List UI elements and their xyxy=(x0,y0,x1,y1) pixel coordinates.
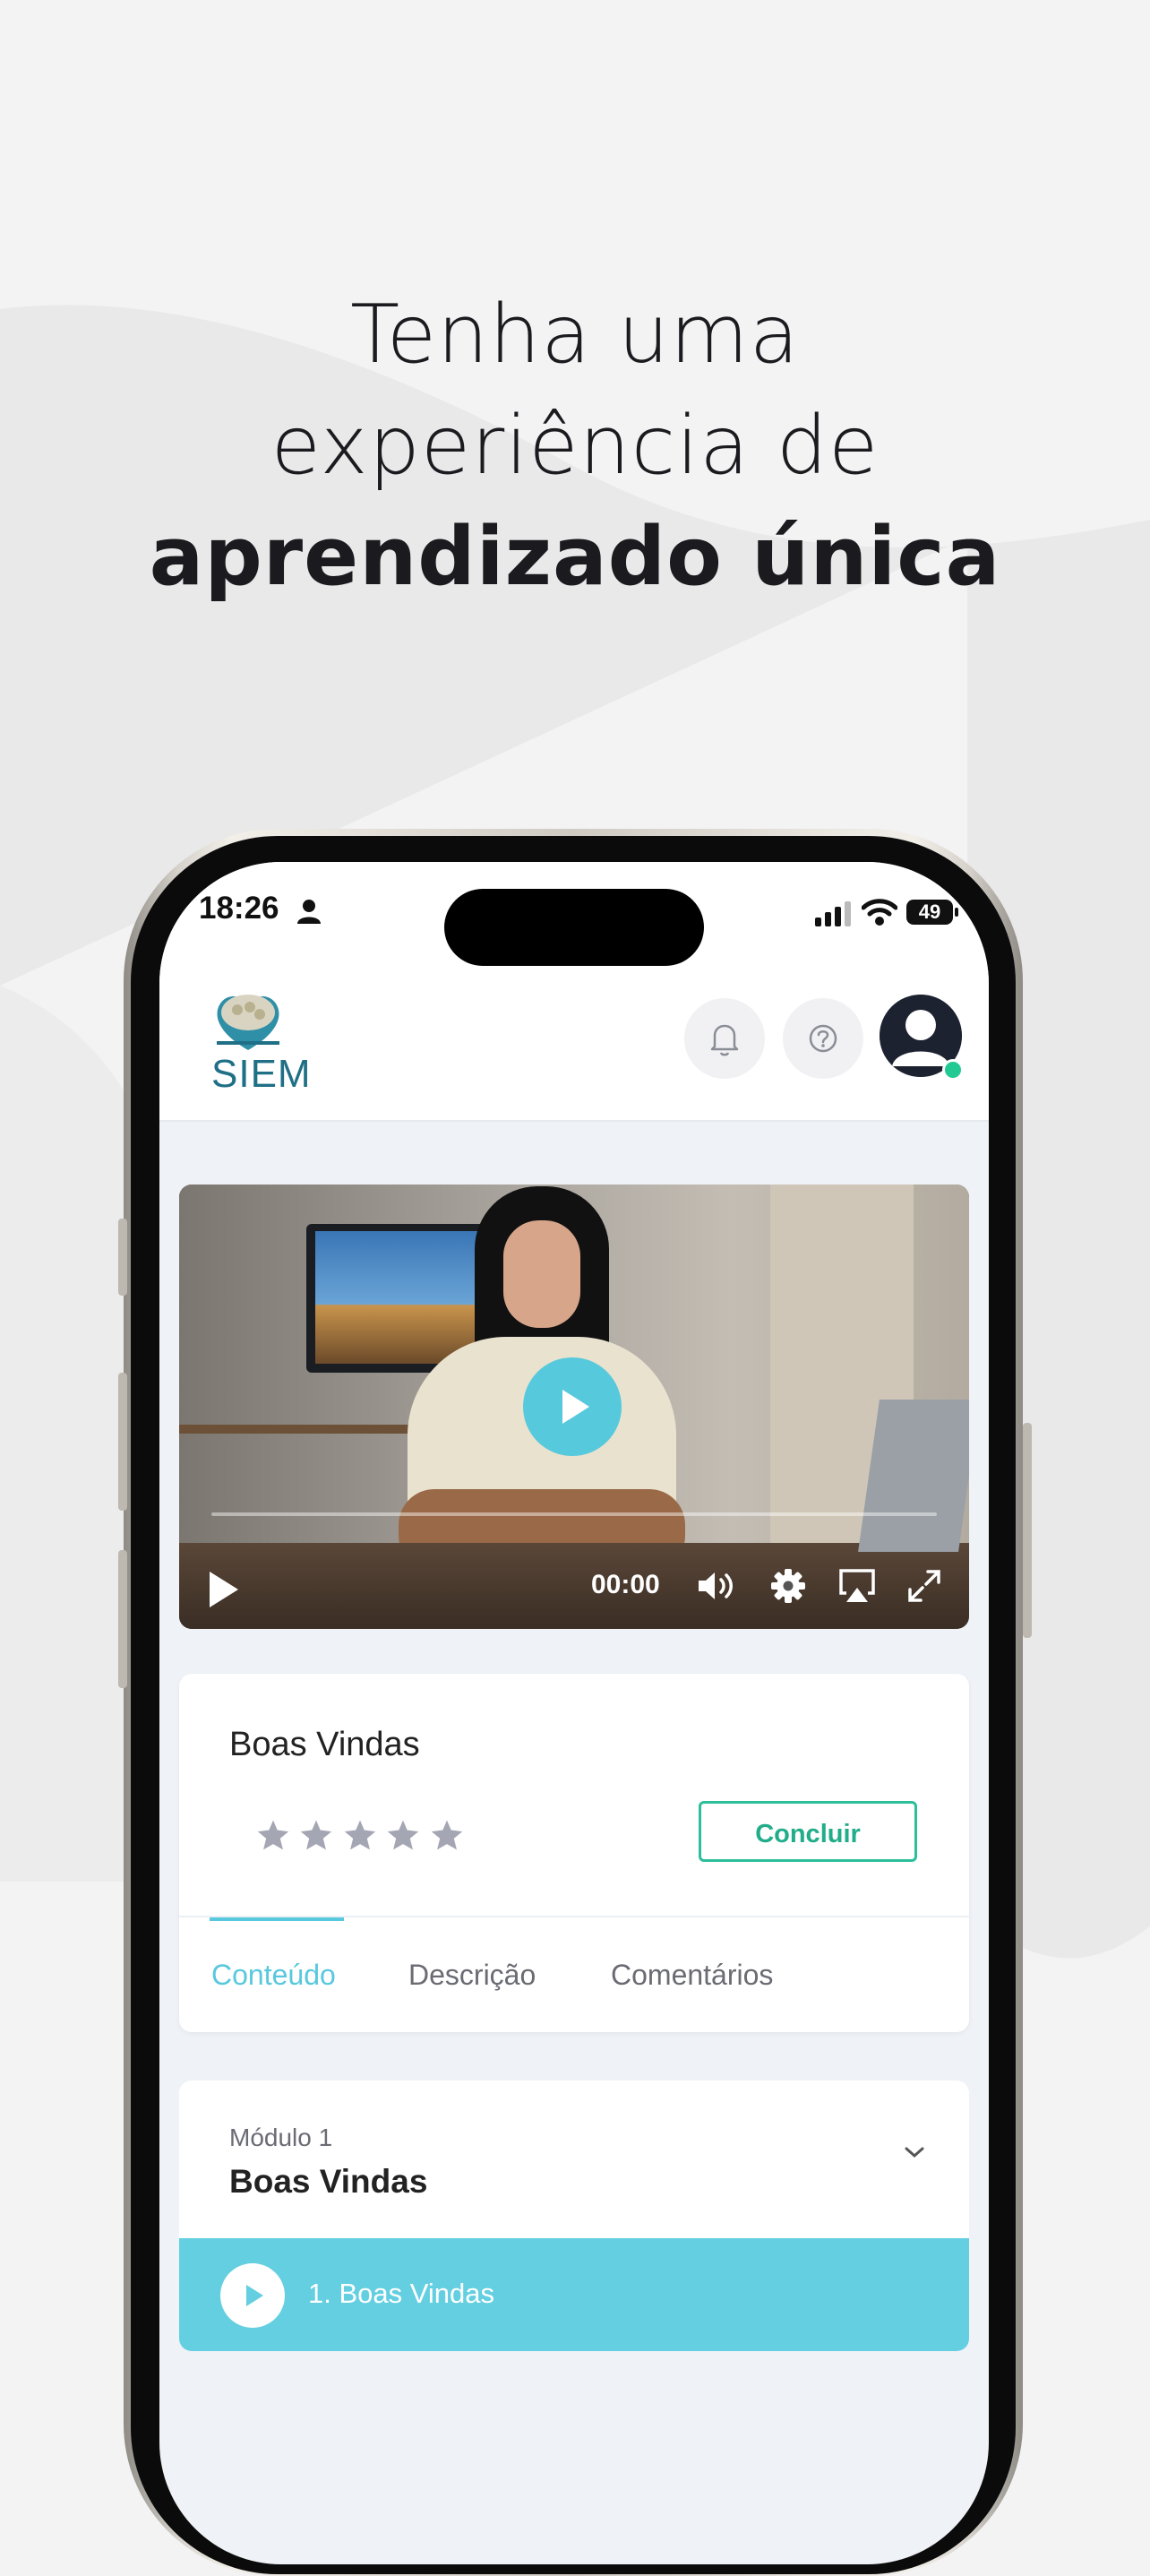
star-icon[interactable] xyxy=(386,1819,420,1851)
lesson-title: Boas Vindas xyxy=(229,1726,420,1763)
bell-icon xyxy=(710,1024,739,1056)
play-video-button[interactable] xyxy=(523,1357,622,1456)
fullscreen-icon[interactable] xyxy=(906,1568,942,1604)
module-title: Boas Vindas xyxy=(229,2163,428,2200)
active-tab-indicator xyxy=(210,1917,344,1921)
module-subtitle: Módulo 1 xyxy=(229,2124,333,2151)
video-frame-person-face xyxy=(503,1220,580,1328)
module-card[interactable]: Módulo 1 Boas Vindas 1. Boas Vindas xyxy=(179,2081,969,2351)
lesson-play-button[interactable] xyxy=(220,2263,285,2328)
person-icon xyxy=(297,900,321,924)
status-time: 18:26 xyxy=(199,891,279,926)
volume-down-button xyxy=(118,1550,127,1688)
cellular-signal-icon xyxy=(815,901,851,926)
video-player[interactable]: 00:00 xyxy=(179,1185,969,1629)
headline: Tenha uma experiência de aprendizado úni… xyxy=(0,280,1150,613)
tab-descricao[interactable]: Descrição xyxy=(408,1959,536,1992)
complete-lesson-button[interactable]: Concluir xyxy=(699,1801,917,1862)
lesson-card: Boas Vindas Concluir Conteúdo Descrição … xyxy=(179,1674,969,2032)
headline-line-3: aprendizado única xyxy=(149,510,1001,604)
tab-conteudo[interactable]: Conteúdo xyxy=(211,1959,336,1992)
star-icon[interactable] xyxy=(299,1819,333,1851)
settings-gear-icon[interactable] xyxy=(770,1568,806,1604)
airplay-icon[interactable] xyxy=(838,1568,876,1604)
video-time: 00:00 xyxy=(591,1570,660,1599)
star-icon[interactable] xyxy=(430,1819,464,1851)
volume-icon[interactable] xyxy=(697,1568,738,1604)
help-button[interactable] xyxy=(783,998,863,1079)
notifications-button[interactable] xyxy=(684,998,765,1079)
battery-indicator: 49 xyxy=(906,900,953,925)
question-circle-icon xyxy=(809,1024,837,1053)
phone-screen: 18:26 49 SIEM 00:00 Boas Vindas Concluir… xyxy=(159,862,989,2564)
online-status-dot xyxy=(942,1059,964,1081)
status-bar: 18:26 49 xyxy=(159,862,989,978)
dynamic-island xyxy=(444,889,704,966)
volume-up-button xyxy=(118,1373,127,1511)
headline-line-2: experiência de xyxy=(270,399,880,493)
chevron-down-icon[interactable] xyxy=(901,2143,928,2161)
wifi-icon xyxy=(862,899,897,926)
play-icon xyxy=(562,1390,589,1424)
video-frame-shelf xyxy=(179,1425,412,1434)
lesson-tabs: Conteúdo Descrição Comentários xyxy=(179,1916,969,2032)
battery-tip xyxy=(955,908,958,917)
star-icon[interactable] xyxy=(256,1819,290,1851)
video-progress-bar[interactable] xyxy=(211,1512,937,1516)
rating-stars[interactable] xyxy=(256,1819,469,1856)
power-button xyxy=(1023,1423,1032,1638)
play-control-icon[interactable] xyxy=(206,1570,242,1609)
star-icon[interactable] xyxy=(343,1819,377,1851)
logo-text: SIEM xyxy=(211,1052,312,1096)
tab-comentarios[interactable]: Comentários xyxy=(611,1959,773,1992)
headline-line-1: Tenha uma xyxy=(350,288,800,382)
lesson-item-label: 1. Boas Vindas xyxy=(308,2278,494,2309)
play-icon xyxy=(246,2285,263,2306)
action-button xyxy=(118,1219,127,1296)
app-header: SIEM xyxy=(159,978,989,1122)
module-lesson-item[interactable]: 1. Boas Vindas xyxy=(179,2238,969,2351)
